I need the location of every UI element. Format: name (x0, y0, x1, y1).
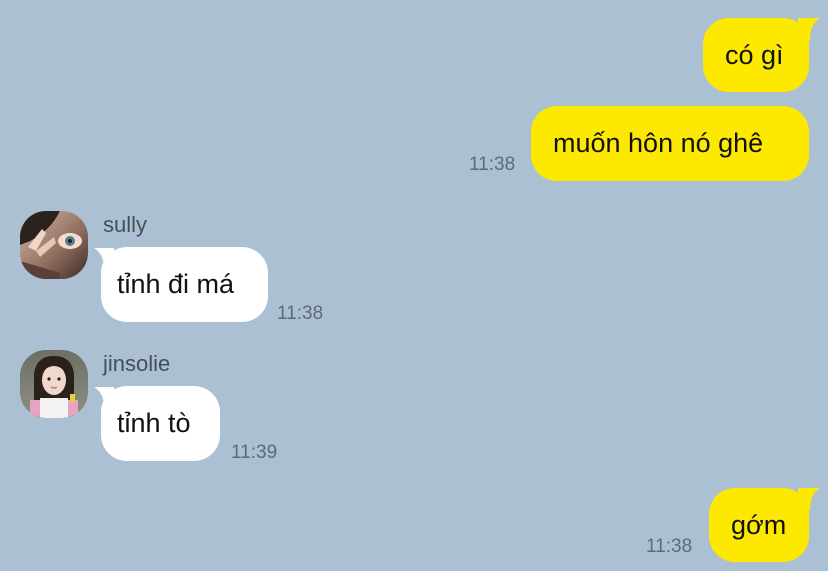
message-text: gớm (731, 509, 787, 540)
outgoing-message-bubble[interactable]: muốn hôn nó ghê (531, 106, 809, 181)
incoming-message-bubble[interactable]: tỉnh tò (101, 386, 220, 461)
sender-name: sully (103, 212, 148, 237)
message-timestamp: 11:38 (469, 154, 516, 175)
message-timestamp: 11:38 (277, 303, 324, 324)
sender-avatar[interactable] (20, 350, 88, 418)
incoming-message-bubble[interactable]: tỉnh đi má (101, 247, 268, 322)
sender-avatar[interactable] (20, 211, 88, 279)
message-text: tỉnh đi má (117, 269, 235, 299)
user-avatar-icon (20, 350, 88, 418)
message-text: tỉnh tò (117, 408, 191, 438)
bubble-tail (798, 488, 820, 510)
outgoing-message-bubble[interactable]: gớm (709, 488, 809, 562)
sender-name: jinsolie (103, 351, 171, 376)
bubble-tail (798, 18, 820, 40)
message-timestamp: 11:39 (231, 442, 278, 463)
user-avatar-icon (20, 211, 88, 279)
message-timestamp: 11:38 (646, 536, 693, 557)
message-text: có gì (725, 39, 784, 70)
outgoing-message-bubble[interactable]: có gì (703, 18, 809, 92)
message-text: muốn hôn nó ghê (553, 128, 764, 158)
